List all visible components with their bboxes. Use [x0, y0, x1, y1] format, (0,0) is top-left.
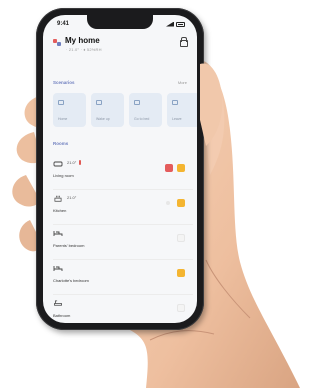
sun-icon	[96, 100, 102, 105]
app-screen: 9:41 My home · 21.0° · ♦ 52%RH Scenarios…	[43, 15, 197, 323]
row-divider	[53, 294, 193, 295]
scenario-tile[interactable]: Wake up	[91, 93, 124, 127]
scenario-tile[interactable]: Leave	[167, 93, 197, 127]
light-toggle[interactable]	[177, 304, 185, 312]
scenario-label: Leave	[172, 117, 182, 121]
home-logo-icon	[53, 39, 62, 46]
sofa-icon	[53, 161, 63, 167]
room-name: Kitchen	[53, 208, 67, 213]
room-temperature: 21.0°	[67, 195, 77, 200]
light-toggle[interactable]	[177, 199, 185, 207]
home-selector[interactable]: My home	[65, 36, 100, 45]
inactive-indicator	[166, 201, 170, 205]
scenarios-label: Scenarios	[53, 80, 75, 85]
room-name: Bathroom	[53, 313, 71, 318]
room-row[interactable]: Bathroom	[53, 300, 187, 323]
lock-icon[interactable]	[179, 37, 188, 47]
battery-icon	[176, 21, 185, 27]
home-icon	[58, 100, 64, 105]
row-divider	[53, 259, 193, 260]
room-row[interactable]: 21.0° Kitchen	[53, 195, 193, 225]
scenario-tile[interactable]: Go to bed	[129, 93, 162, 127]
scenario-list: Home Wake up Go to bed Leave	[53, 93, 197, 127]
phone-device: 9:41 My home · 21.0° · ♦ 52%RH Scenarios…	[36, 8, 204, 330]
scenario-tile[interactable]: Home	[53, 93, 86, 127]
row-divider	[53, 189, 193, 190]
light-toggle[interactable]	[177, 234, 185, 242]
scenario-label: Home	[58, 117, 68, 121]
room-row[interactable]: Charlotte's bedroom	[53, 265, 193, 295]
scenario-label: Go to bed	[134, 117, 150, 121]
bed-icon	[53, 266, 63, 271]
moon-icon	[134, 100, 140, 105]
humidity-indicator	[79, 160, 81, 165]
bathtub-icon	[54, 300, 62, 306]
room-temperature: 21.0°	[67, 160, 77, 165]
home-summary: · 21.0° · ♦ 52%RH	[66, 47, 102, 52]
room-name: Parents' bedroom	[53, 243, 85, 248]
status-time: 9:41	[57, 21, 70, 27]
light-toggle[interactable]	[177, 269, 185, 277]
signal-icon	[166, 21, 174, 27]
alarm-toggle[interactable]	[165, 164, 173, 172]
room-name: Living room	[53, 173, 74, 178]
rooms-label: Rooms	[53, 141, 69, 146]
light-toggle[interactable]	[177, 164, 185, 172]
scenario-label: Wake up	[96, 117, 110, 121]
scenarios-more-link[interactable]: More	[178, 80, 187, 85]
row-divider	[53, 224, 193, 225]
bed-icon	[53, 231, 63, 236]
cooking-pot-icon	[54, 195, 62, 202]
room-name: Charlotte's bedroom	[53, 278, 89, 283]
room-row[interactable]: Parents' bedroom	[53, 230, 193, 260]
room-row[interactable]: 21.0° Living room	[53, 160, 193, 190]
status-bar: 9:41	[43, 15, 197, 31]
door-icon	[172, 100, 178, 105]
